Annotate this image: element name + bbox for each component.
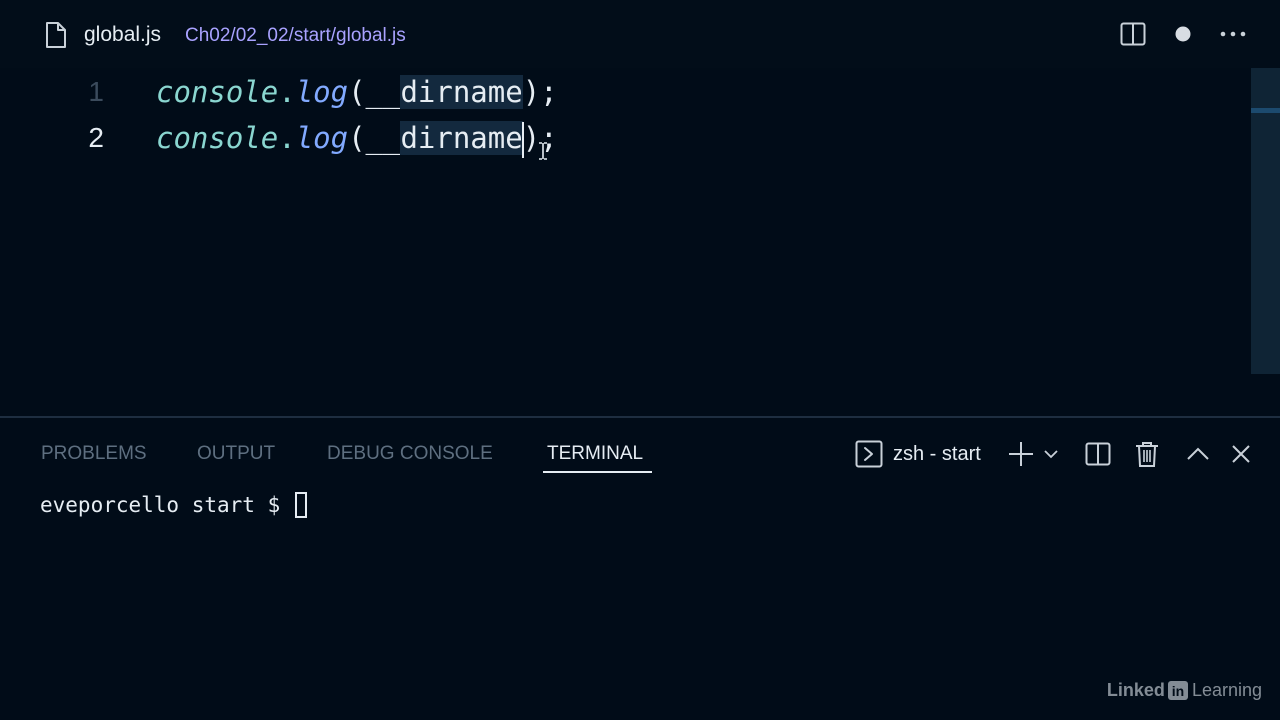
bottom-panel: PROBLEMS OUTPUT DEBUG CONSOLE TERMINAL z… [0, 416, 1280, 720]
ellipsis-icon [1220, 31, 1246, 37]
file-icon [44, 21, 68, 49]
code-text[interactable]: console.log(__dirname); [156, 115, 558, 161]
unsaved-indicator[interactable] [1167, 18, 1199, 50]
tab-output[interactable]: OUTPUT [197, 442, 275, 466]
watermark-learning: Learning [1191, 680, 1262, 700]
terminal-prompt: eveporcello start $ [40, 493, 293, 517]
terminal-picker-label: zsh - start [893, 442, 981, 465]
ibeam-cursor-icon [539, 142, 547, 160]
token-object: console [156, 75, 279, 109]
tab-debug-console[interactable]: DEBUG CONSOLE [327, 442, 493, 466]
code-editor[interactable]: 1 console.log(__dirname); 2 console.log(… [0, 68, 1280, 416]
editor-tab-filepath: Ch02/02_02/start/global.js [185, 25, 406, 46]
terminal-icon [855, 440, 883, 468]
terminal-output[interactable]: eveporcello start $ [40, 490, 307, 520]
token-object: console [156, 121, 279, 155]
linkedin-learning-watermark: Linked in Learning [1107, 680, 1262, 701]
token-open-paren: ( [348, 75, 366, 109]
editor-scrollbar[interactable] [1251, 68, 1280, 374]
editor-tab-bar: global.js Ch02/02_02/start/global.js [0, 0, 1280, 69]
token-argument-prefix: __ [365, 75, 401, 109]
terminal-picker[interactable]: zsh - start [855, 440, 981, 468]
token-dot: . [278, 121, 296, 155]
token-open-paren: ( [348, 121, 366, 155]
scrollbar-position-marker [1251, 108, 1280, 113]
split-editor-icon [1120, 22, 1146, 46]
watermark-in-logo: in [1167, 681, 1188, 700]
maximize-panel-button[interactable] [1183, 440, 1213, 468]
line-number: 1 [88, 76, 104, 107]
chevron-down-icon [1044, 450, 1058, 459]
split-editor-button[interactable] [1117, 18, 1149, 50]
trash-icon [1136, 442, 1158, 467]
split-terminal-button[interactable] [1083, 440, 1113, 468]
more-actions-button[interactable] [1217, 18, 1249, 50]
code-line[interactable]: 1 console.log(__dirname); [0, 69, 1250, 115]
token-argument-highlight: dirname [400, 75, 523, 109]
code-line-active[interactable]: 2 console.log(__dirname); [0, 115, 1250, 161]
terminal-dropdown-button[interactable] [1038, 440, 1064, 468]
chevron-up-icon [1187, 447, 1209, 460]
split-terminal-icon [1085, 442, 1111, 466]
token-close: ); [522, 75, 558, 109]
watermark-linked: Linked [1106, 680, 1165, 700]
line-number: 2 [88, 122, 104, 153]
terminal-cursor [294, 492, 307, 518]
token-argument-prefix: __ [365, 121, 401, 155]
editor-tab-filename[interactable]: global.js [84, 22, 161, 48]
kill-terminal-button[interactable] [1132, 440, 1162, 468]
code-text[interactable]: console.log(__dirname); [156, 69, 558, 115]
dot-icon [1175, 26, 1191, 42]
token-method: log [295, 121, 349, 155]
plus-icon [1009, 442, 1033, 466]
new-terminal-button[interactable] [1006, 440, 1036, 468]
vscode-window: global.js Ch02/02_02/start/global.js 1 c… [0, 0, 1280, 720]
token-dot: . [278, 75, 296, 109]
close-panel-button[interactable] [1226, 440, 1256, 468]
close-icon [1232, 445, 1250, 463]
token-argument-highlight: dirname [400, 121, 523, 155]
active-tab-indicator [543, 471, 652, 473]
token-method: log [295, 75, 349, 109]
tab-terminal[interactable]: TERMINAL [547, 442, 643, 466]
tab-problems[interactable]: PROBLEMS [41, 442, 147, 466]
